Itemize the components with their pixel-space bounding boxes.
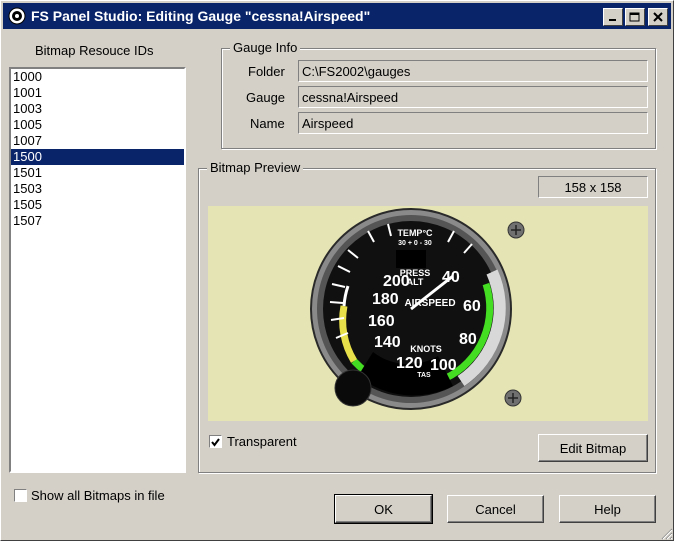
ok-button[interactable]: OK xyxy=(334,494,433,524)
list-item[interactable]: 1507 xyxy=(11,213,184,229)
gauge-number-180: 180 xyxy=(372,291,399,308)
title-bar[interactable]: FS Panel Studio: Editing Gauge "cessna!A… xyxy=(3,3,671,29)
list-item[interactable]: 1005 xyxy=(11,117,184,133)
show-all-bitmaps-label: Show all Bitmaps in file xyxy=(31,488,165,503)
list-item[interactable]: 1500 xyxy=(11,149,184,165)
gauge-info-title: Gauge Info xyxy=(230,40,301,55)
folder-label: Folder xyxy=(248,64,285,79)
gauge-field: cessna!Airspeed xyxy=(298,86,648,108)
gauge-temp-scale: 30 + 0 - 30 xyxy=(398,240,432,247)
cancel-button[interactable]: Cancel xyxy=(447,495,544,523)
dialog-window: FS Panel Studio: Editing Gauge "cessna!A… xyxy=(0,0,674,541)
gauge-label: Gauge xyxy=(246,90,286,105)
minimize-icon xyxy=(609,19,616,21)
gauge-number-80: 80 xyxy=(459,331,477,348)
help-button[interactable]: Help xyxy=(559,495,656,523)
screw-bottom-right xyxy=(504,389,522,407)
bitmap-preview-canvas: TEMP°C 30 + 0 - 30 PRESS ALT AIRSPEED KN… xyxy=(208,206,648,421)
close-icon xyxy=(653,12,663,22)
gauge-knots-label: KNOTS xyxy=(410,344,442,354)
name-field: Airspeed xyxy=(298,112,648,134)
close-button[interactable] xyxy=(648,8,668,26)
transparent-checkbox[interactable] xyxy=(209,435,222,448)
airspeed-gauge-image: TEMP°C 30 + 0 - 30 PRESS ALT AIRSPEED KN… xyxy=(310,208,525,410)
list-item[interactable]: 1501 xyxy=(11,165,184,181)
transparent-label: Transparent xyxy=(227,434,297,449)
show-all-bitmaps-checkbox[interactable] xyxy=(14,489,27,502)
checkmark-icon xyxy=(211,438,220,447)
list-item[interactable]: 1505 xyxy=(11,197,184,213)
gauge-number-60: 60 xyxy=(463,298,481,315)
folder-field: C:\FS2002\gauges xyxy=(298,60,648,82)
edit-bitmap-button[interactable]: Edit Bitmap xyxy=(538,434,648,462)
bitmap-list-header: Bitmap Resouce IDs xyxy=(35,43,154,58)
gauge-number-200: 200 xyxy=(383,273,410,290)
resize-grip-icon[interactable] xyxy=(659,526,673,540)
app-icon xyxy=(8,7,26,25)
name-label: Name xyxy=(250,116,285,131)
minimize-button[interactable] xyxy=(603,8,623,26)
gauge-tas-label: TAS xyxy=(417,372,431,379)
list-item[interactable]: 1503 xyxy=(11,181,184,197)
bitmap-preview-title: Bitmap Preview xyxy=(207,160,304,175)
window-title: FS Panel Studio: Editing Gauge "cessna!A… xyxy=(31,8,371,24)
maximize-icon xyxy=(629,12,640,21)
gauge-number-100: 100 xyxy=(430,357,457,374)
gauge-number-120: 120 xyxy=(396,355,423,372)
bitmap-size-readout: 158 x 158 xyxy=(538,176,648,198)
gauge-number-140: 140 xyxy=(374,334,401,351)
list-item[interactable]: 1007 xyxy=(11,133,184,149)
list-item[interactable]: 1000 xyxy=(11,69,184,85)
list-item[interactable]: 1001 xyxy=(11,85,184,101)
bitmap-id-list[interactable]: 1000 1001 1003 1005 1007 1500 1501 1503 1505 1507 xyxy=(9,67,186,473)
screw-top-right xyxy=(507,221,525,239)
gauge-temp-label: TEMP°C xyxy=(397,228,433,238)
maximize-button[interactable] xyxy=(625,8,645,26)
list-item[interactable]: 1003 xyxy=(11,101,184,117)
gauge-number-160: 160 xyxy=(368,313,395,330)
